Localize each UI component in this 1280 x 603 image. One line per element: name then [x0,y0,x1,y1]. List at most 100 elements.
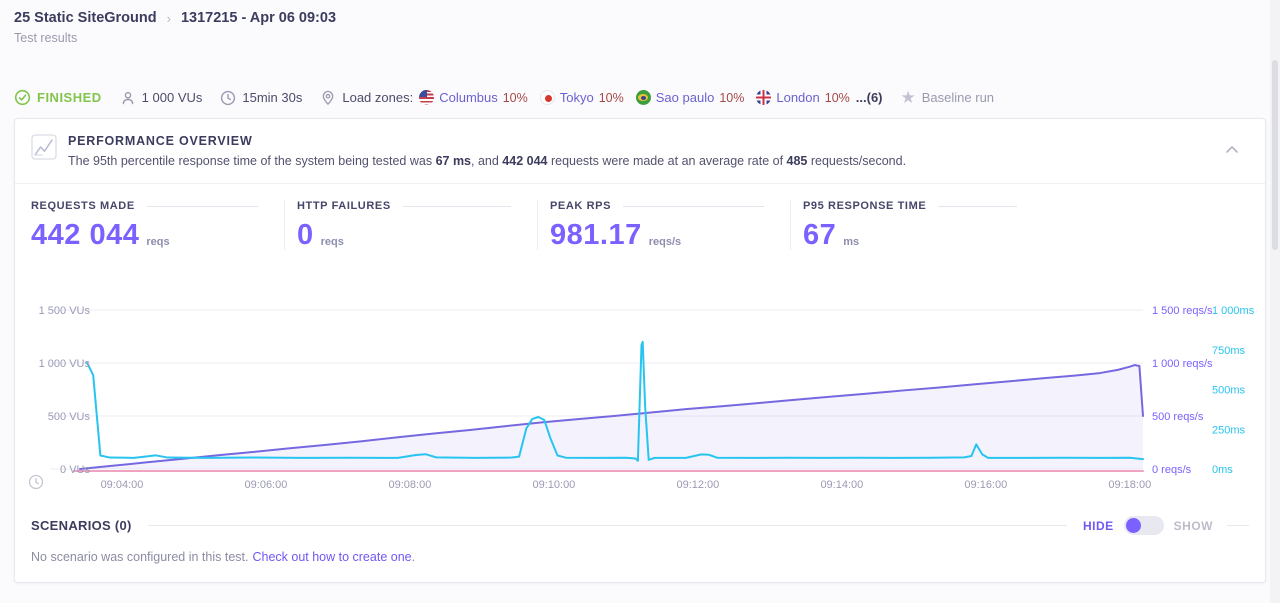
svg-text:1 000ms: 1 000ms [1212,305,1255,317]
status-baseline: ★ Baseline run [901,89,995,106]
stat-value: 67 [803,219,837,251]
zone-percent: 10% [824,90,850,105]
svg-text:250ms: 250ms [1212,424,1246,436]
status-finished: FINISHED [14,89,102,106]
performance-overview-card: PERFORMANCE OVERVIEW The 95th percentile… [14,118,1266,583]
check-circle-icon [14,89,31,106]
scrollbar-track[interactable] [1270,0,1280,603]
zone-city: London [776,90,820,105]
svg-text:500 VUs: 500 VUs [48,411,91,423]
svg-text:09:10:00: 09:10:00 [532,479,575,491]
stat-label: PEAK RPS [550,200,612,212]
stat-label: P95 RESPONSE TIME [803,200,927,212]
breadcrumb-separator-icon: › [166,10,171,26]
breadcrumb-current: 1317215 - Apr 06 09:03 [180,10,337,26]
star-icon: ★ [900,88,916,107]
svg-text:09:12:00: 09:12:00 [676,479,719,491]
zone-percent: 10% [598,90,624,105]
page-subtitle: Test results [14,31,78,45]
svg-text:09:16:00: 09:16:00 [964,479,1007,491]
show-label[interactable]: SHOW [1174,519,1213,533]
svg-text:1 000 VUs: 1 000 VUs [39,358,91,370]
stat-label: REQUESTS MADE [31,200,135,212]
performance-chart[interactable]: 1 500 VUs 1 000 VUs 500 VUs 0 VUs 1 500 reqs… [15,296,1265,496]
scenarios-divider-line [147,525,1067,526]
stat-value: 442 044 [31,219,140,251]
stat-unit: reqs/s [648,236,682,248]
person-icon [122,91,133,104]
collapse-chevron-icon[interactable] [1225,141,1239,159]
svg-text:09:14:00: 09:14:00 [820,479,863,491]
duration-label: 15min 30s [242,90,303,105]
scenarios-empty-state: No scenario was configured in this test.… [31,550,1249,564]
flag-icon [756,90,772,105]
stat-unit: reqs [146,236,170,248]
clock-icon [221,90,236,105]
chart-clock-icon [28,474,44,490]
scrollbar-thumb[interactable] [1272,60,1278,250]
stat-divider-line [402,205,511,207]
flag-icon [539,90,555,105]
stat-value: 981.17 [550,219,642,251]
create-scenario-link[interactable]: Check out how to create one [252,550,411,564]
stats-row: REQUESTS MADE 442 044 reqs HTTP FAILURES… [15,184,1265,250]
svg-text:09:06:00: 09:06:00 [245,479,288,491]
stat-unit: ms [843,236,860,248]
svg-text:0 reqs/s: 0 reqs/s [1152,464,1192,476]
more-zones[interactable]: ...(6) [856,90,883,105]
stat-label: HTTP FAILURES [297,200,391,212]
stat-divider-line [938,205,1017,207]
flag-icon [635,90,651,105]
chart-series-request-rate [78,364,1144,470]
hide-label[interactable]: HIDE [1083,519,1114,533]
stat-divider-line [146,205,258,207]
svg-text:1 500 VUs: 1 500 VUs [39,305,91,317]
status-vus: 1 000 VUs [120,90,203,106]
scenarios-empty-text: No scenario was configured in this test. [31,550,249,564]
stat-unit: reqs [320,236,344,248]
svg-text:0ms: 0ms [1212,464,1233,476]
zone-city: Tokyo [559,90,594,105]
stat-card: PEAK RPS 981.17 reqs/s [537,200,790,250]
link-suffix: . [411,550,416,564]
overview-summary: The 95th percentile response time of the… [68,154,907,168]
test-results-page: { "breadcrumb": { "parent": "25 Static S… [0,0,1280,603]
scenarios-toggle[interactable] [1123,516,1164,535]
stat-divider-line [623,205,764,207]
toggle-knob[interactable] [1125,518,1141,533]
status-bar: FINISHED 1 000 VUs 15min 30s Load zones:… [0,89,1280,106]
load-zone: Tokyo 10% [539,90,624,105]
baseline-label: Baseline run [921,90,995,105]
zone-percent: 10% [502,90,528,105]
scenarios-header: SCENARIOS (0) HIDE SHOW [31,516,1249,535]
svg-text:500 reqs/s: 500 reqs/s [1152,411,1204,423]
load-zones-list: Columbus 10% Tokyo 10% Sao paulo 10% Lon… [419,90,850,105]
zone-percent: 10% [719,90,745,105]
svg-text:1 000 reqs/s: 1 000 reqs/s [1152,358,1213,370]
svg-text:500ms: 500ms [1212,385,1246,397]
svg-text:1 500 reqs/s: 1 500 reqs/s [1152,305,1213,317]
svg-text:0 VUs: 0 VUs [60,464,90,476]
scenarios-title: SCENARIOS (0) [31,518,132,533]
scenarios-divider-end [1227,525,1249,526]
load-zone: Sao paulo 10% [635,90,745,105]
zone-city: Sao paulo [655,90,715,105]
vus-label: 1 000 VUs [141,90,203,105]
svg-text:09:18:00: 09:18:00 [1108,479,1151,491]
performance-overview-header: PERFORMANCE OVERVIEW The 95th percentile… [15,119,1265,184]
zone-city: Columbus [439,90,498,105]
stat-card: REQUESTS MADE 442 044 reqs [31,200,284,250]
status-label: FINISHED [37,90,102,105]
status-duration: 15min 30s [220,90,302,106]
svg-text:09:08:00: 09:08:00 [389,479,432,491]
breadcrumb-parent-link[interactable]: 25 Static SiteGround [14,10,157,26]
app-header: 25 Static SiteGround › 1317215 - Apr 06 … [0,0,1280,45]
chart-wrap: 1 500 VUs 1 000 VUs 500 VUs 0 VUs 1 500 reqs… [15,296,1265,496]
flag-icon [419,90,435,105]
svg-text:750ms: 750ms [1212,345,1246,357]
location-pin-icon [323,90,334,105]
status-load-zones: Load zones: Columbus 10% Tokyo 10% Sao p… [320,90,883,106]
svg-text:09:04:00: 09:04:00 [101,479,144,491]
load-zones-label: Load zones: [342,90,414,105]
overview-title: PERFORMANCE OVERVIEW [68,134,253,148]
